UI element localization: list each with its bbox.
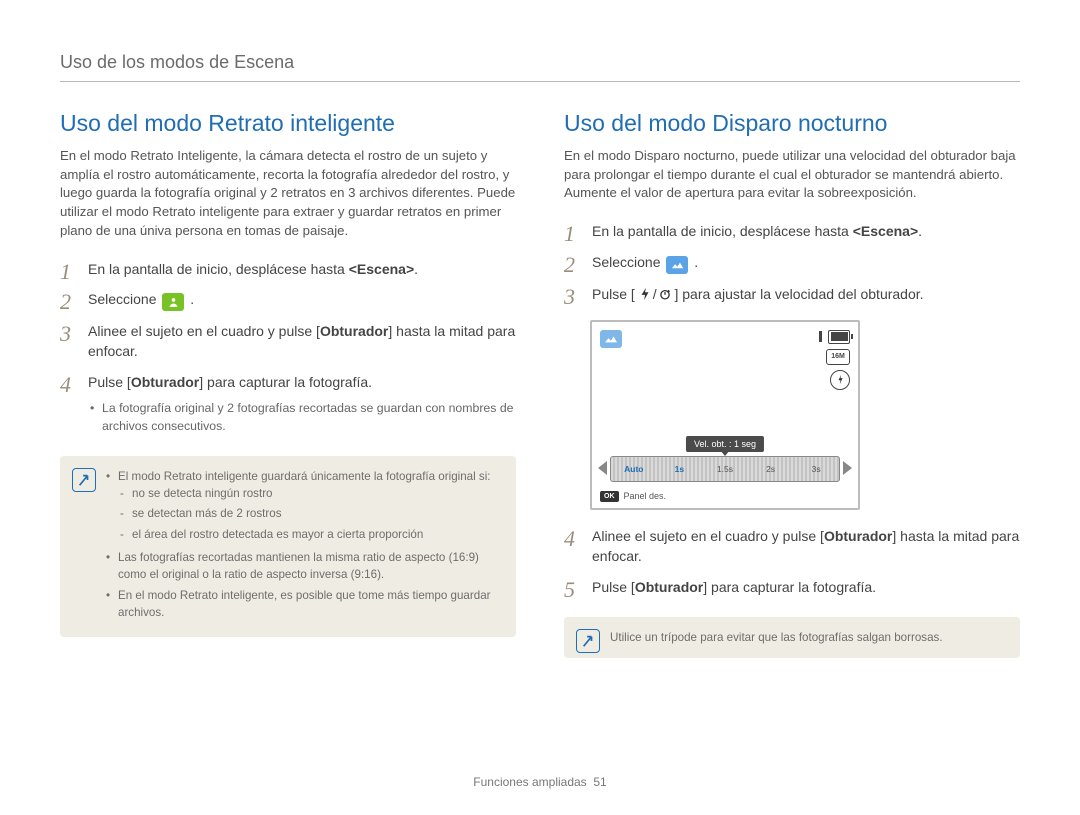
- dial-right-arrow-icon: [843, 461, 852, 475]
- step-item: 4 Alinee el sujeto en el cuadro y pulse …: [564, 526, 1020, 577]
- flash-icon: [639, 287, 651, 301]
- header-rule: [60, 81, 1020, 82]
- step-item: 2 Seleccione .: [564, 252, 1020, 284]
- step-text: Alinee el sujeto en el cuadro y pulse [O…: [592, 528, 1019, 564]
- signal-icon: [819, 331, 822, 342]
- section-title-night-shot: Uso del modo Disparo nocturno: [564, 110, 1020, 137]
- left-column: Uso del modo Retrato inteligente En el m…: [60, 110, 516, 658]
- step-item: 4 Pulse [Obturador] para capturar la fot…: [60, 372, 516, 446]
- lcd-footer: OK Panel des.: [600, 491, 666, 502]
- step-text: Seleccione .: [88, 291, 194, 307]
- step-item: 2 Seleccione .: [60, 289, 516, 321]
- step-number: 1: [60, 256, 71, 288]
- two-column-layout: Uso del modo Retrato inteligente En el m…: [60, 110, 1020, 658]
- flash-timer-icons: /: [639, 284, 671, 304]
- dial-left-arrow-icon: [598, 461, 607, 475]
- step-sublist: La fotografía original y 2 fotografías r…: [88, 400, 516, 436]
- ok-button-label: OK: [600, 491, 619, 502]
- step-number: 2: [564, 249, 575, 281]
- dial-mark: 1s: [657, 464, 703, 474]
- battery-icon: [828, 330, 850, 344]
- right-column: Uso del modo Disparo nocturno En el modo…: [564, 110, 1020, 658]
- portrait-mode-icon: [162, 293, 184, 311]
- section-title-smart-portrait: Uso del modo Retrato inteligente: [60, 110, 516, 137]
- steps-list-left: 1 En la pantalla de inicio, desplácese h…: [60, 259, 516, 446]
- steps-list-right: 1 En la pantalla de inicio, desplácese h…: [564, 221, 1020, 314]
- running-head: Uso de los modos de Escena: [60, 52, 1020, 73]
- timer-icon: [659, 287, 671, 301]
- note-box: El modo Retrato inteligente guardará úni…: [60, 456, 516, 637]
- note-item: Las fotografías recortadas mantienen la …: [106, 549, 502, 587]
- step-text: Pulse [Obturador] para capturar la fotog…: [88, 374, 372, 390]
- note-icon: [576, 629, 600, 653]
- step-text: Pulse [Obturador] para capturar la fotog…: [592, 579, 876, 595]
- note-icon: [72, 468, 96, 492]
- dial-mark: 3s: [793, 464, 839, 474]
- lcd-mode-icon: [600, 330, 622, 348]
- note-sub-item: el área del rostro detectada es mayor a …: [120, 526, 502, 546]
- intro-paragraph: En el modo Disparo nocturno, puede utili…: [564, 147, 1020, 203]
- note-item: En el modo Retrato inteligente, es posib…: [106, 587, 502, 625]
- step-text: Seleccione .: [592, 254, 698, 270]
- note-sub-item: se detectan más de 2 rostros: [120, 505, 502, 525]
- step-item: 5 Pulse [Obturador] para capturar la fot…: [564, 577, 1020, 607]
- step-number: 5: [564, 574, 575, 606]
- lcd-status-icons: 16M: [819, 330, 850, 390]
- note-sub-item: no se detecta ningún rostro: [120, 485, 502, 505]
- step-text: Pulse [ / ] para ajustar la velocidad de…: [592, 286, 924, 302]
- note-item: El modo Retrato inteligente guardará úni…: [106, 468, 502, 550]
- step-number: 4: [60, 369, 71, 401]
- shutter-dial: Auto 1s 1.5s 2s 3s: [610, 456, 840, 482]
- note-box: Utilice un trípode para evitar que las f…: [564, 617, 1020, 658]
- note-text: Utilice un trípode para evitar que las f…: [610, 631, 943, 644]
- step-item: 1 En la pantalla de inicio, desplácese h…: [564, 221, 1020, 251]
- steps-list-right-2: 4 Alinee el sujeto en el cuadro y pulse …: [564, 526, 1020, 607]
- flash-badge-icon: [830, 370, 850, 390]
- page-footer: Funciones ampliadas 51: [0, 775, 1080, 789]
- dial-mark: Auto: [611, 464, 657, 474]
- resolution-badge: 16M: [826, 349, 850, 365]
- step-item: 3 Pulse [ / ] para ajustar la velocidad …: [564, 284, 1020, 314]
- step-text: En la pantalla de inicio, desplácese has…: [88, 261, 418, 277]
- step-text: En la pantalla de inicio, desplácese has…: [592, 223, 922, 239]
- step-item: 1 En la pantalla de inicio, desplácese h…: [60, 259, 516, 289]
- manual-page: Uso de los modos de Escena Uso del modo …: [0, 0, 1080, 815]
- panel-label: Panel des.: [624, 491, 667, 501]
- dial-mark: 2s: [748, 464, 794, 474]
- step-text: Alinee el sujeto en el cuadro y pulse [O…: [88, 323, 515, 359]
- step-number: 2: [60, 286, 71, 318]
- step-number: 1: [564, 218, 575, 250]
- dial-mark: 1.5s: [702, 464, 748, 474]
- step-number: 3: [564, 281, 575, 313]
- step-number: 3: [60, 318, 71, 350]
- step-sublist-item: La fotografía original y 2 fotografías r…: [88, 400, 516, 436]
- note-list: El modo Retrato inteligente guardará úni…: [106, 468, 502, 625]
- intro-paragraph: En el modo Retrato Inteligente, la cámar…: [60, 147, 516, 241]
- step-item: 3 Alinee el sujeto en el cuadro y pulse …: [60, 321, 516, 372]
- step-number: 4: [564, 523, 575, 555]
- camera-lcd-preview: 16M Vel. obt. : 1 seg Auto 1s 1.5s 2s 3s: [590, 320, 860, 510]
- night-mode-icon: [666, 256, 688, 274]
